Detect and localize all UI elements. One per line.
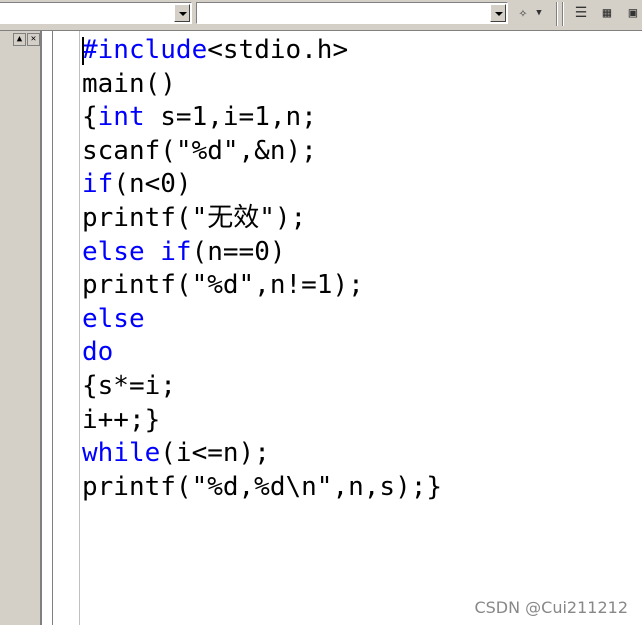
code-line[interactable]: do bbox=[82, 335, 113, 369]
code-keyword: else bbox=[82, 303, 145, 334]
workspace-panel: ▲ ✕ bbox=[0, 31, 42, 625]
code-text: printf("%d,%d\n",n,s);} bbox=[82, 471, 443, 502]
code-text: printf("%d",n!=1); bbox=[82, 270, 364, 301]
panel-close-button[interactable]: ✕ bbox=[27, 32, 40, 46]
code-line[interactable]: while(i<=n); bbox=[82, 436, 270, 470]
code-text: { bbox=[82, 102, 98, 133]
dropdown-arrow-icon[interactable] bbox=[490, 4, 506, 22]
code-line[interactable]: scanf("%d",&n); bbox=[82, 134, 317, 168]
code-text: scanf("%d",&n); bbox=[82, 135, 317, 166]
grid-icon[interactable]: ▦ bbox=[596, 2, 618, 24]
code-keyword: do bbox=[82, 337, 114, 368]
toolbar-edge-icon[interactable]: ▣ bbox=[622, 2, 642, 24]
code-line[interactable]: #include<stdio.h> bbox=[82, 33, 348, 67]
code-line[interactable]: if(n<0) bbox=[82, 167, 192, 201]
code-text: main() bbox=[82, 68, 176, 99]
code-editor[interactable]: #include<stdio.h> main() {int s=1,i=1,n; sc… bbox=[82, 33, 642, 625]
editor-gutter bbox=[44, 31, 80, 625]
dropdown-arrow-icon[interactable] bbox=[174, 4, 190, 22]
code-text: printf("无效"); bbox=[82, 203, 307, 233]
toolbar: ✧ ▼ ☰ ▦ ▣ bbox=[0, 0, 642, 31]
code-line[interactable]: main() bbox=[82, 67, 176, 101]
panel-restore-button[interactable]: ▲ bbox=[13, 32, 26, 46]
code-keyword: if bbox=[82, 169, 114, 200]
code-line[interactable]: printf("无效"); bbox=[82, 201, 306, 235]
dropdown-arrow-icon[interactable]: ▼ bbox=[532, 2, 546, 24]
panel-header: ▲ ✕ bbox=[0, 31, 42, 47]
code-line[interactable]: i++;} bbox=[82, 403, 160, 437]
code-line[interactable]: printf("%d",n!=1); bbox=[82, 268, 364, 302]
code-keyword: while bbox=[82, 438, 161, 469]
stack-icon[interactable]: ☰ bbox=[570, 2, 592, 24]
member-combo[interactable] bbox=[196, 2, 508, 24]
code-keyword: else if bbox=[82, 236, 192, 267]
code-text: (n<0) bbox=[113, 169, 192, 200]
code-text: {s*=i; bbox=[82, 371, 176, 401]
code-line[interactable]: else if(n==0) bbox=[82, 235, 286, 269]
code-text: i++;} bbox=[82, 404, 161, 435]
code-keyword: #include bbox=[82, 35, 208, 65]
code-line[interactable]: {s*=i; bbox=[82, 369, 176, 403]
code-text: (n==0) bbox=[191, 236, 286, 267]
watermark: CSDN @Cui211212 bbox=[474, 598, 628, 617]
code-line[interactable]: {int s=1,i=1,n; bbox=[82, 100, 317, 134]
code-line[interactable]: else bbox=[82, 302, 145, 336]
code-text: (i<=n); bbox=[160, 438, 270, 469]
code-line[interactable]: printf("%d,%d\n",n,s);} bbox=[82, 470, 442, 504]
code-keyword: int bbox=[97, 102, 145, 133]
magic-wand-icon[interactable]: ✧ bbox=[512, 2, 534, 24]
toolbar-separator bbox=[562, 2, 564, 26]
text-caret bbox=[82, 37, 84, 65]
code-text: <stdio.h> bbox=[207, 35, 349, 65]
toolbar-separator bbox=[556, 2, 558, 26]
gutter-divider bbox=[52, 31, 53, 625]
code-text: s=1,i=1,n; bbox=[144, 102, 317, 133]
scope-combo[interactable] bbox=[0, 2, 192, 24]
